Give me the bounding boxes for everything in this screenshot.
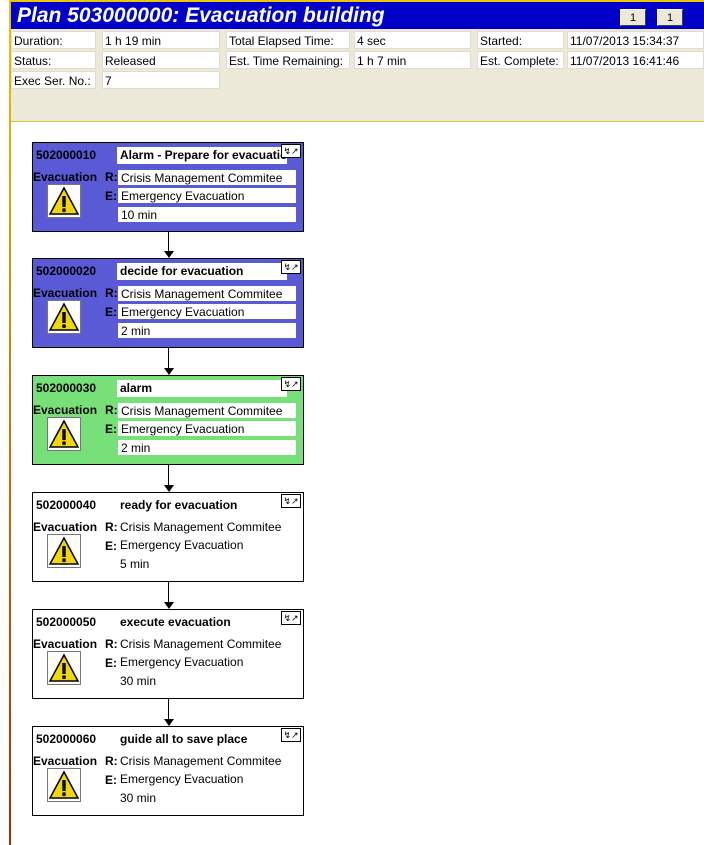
task-name: decide for evacuation [117,263,287,280]
task-category: Evacuation [33,286,98,300]
executor-label: E: [105,773,117,787]
executor-field: Emergency Evacuation [120,538,244,552]
flow-connector [168,232,169,251]
task-name: Alarm - Prepare for evacuation [117,147,287,164]
est-complete-value: 11/07/2013 16:41:46 [567,51,704,69]
exec-ser-no-label: Exec Ser. No.: [11,71,96,89]
task-id: 502000030 [36,381,97,395]
responsible-field: Crisis Management Commitee [120,520,282,534]
task-id: 502000050 [36,615,97,629]
responsible-label: R: [105,286,118,300]
page-current-box[interactable]: 1 [620,9,646,26]
warning-icon [47,417,81,451]
executor-field: Emergency Evacuation [120,655,244,669]
flow-arrow-icon [164,251,174,258]
started-label: Started: [477,31,564,49]
status-label: Status: [11,51,96,69]
responsible-field: Crisis Management Commitee [117,402,297,419]
task-card[interactable]: 502000020 decide for evacuation ↯↗ Evacu… [32,258,304,348]
warning-icon [47,768,81,802]
task-card[interactable]: 502000030 alarm ↯↗ Evacuation R: E: Cris… [32,375,304,465]
duration-label: Duration: [11,31,96,49]
duration-field: 30 min [120,791,157,805]
task-category: Evacuation [33,637,98,651]
plan-info-panel: Duration: 1 h 19 min Status: Released Ex… [11,29,704,121]
task-expand-icon[interactable]: ↯↗ [281,144,301,158]
task-id: 502000040 [36,498,97,512]
task-category: Evacuation [33,403,98,417]
page-total-box[interactable]: 1 [657,9,683,26]
task-card[interactable]: 502000040 ready for evacuation ↯↗ Evacua… [32,492,304,582]
duration-field: 30 min [120,674,157,688]
responsible-label: R: [105,170,118,184]
task-category: Evacuation [33,754,98,768]
flow-connector [168,699,169,719]
task-id: 502000010 [36,148,97,162]
task-card[interactable]: 502000050 execute evacuation ↯↗ Evacuati… [32,609,304,699]
warning-icon [47,300,81,334]
duration-field: 10 min [117,206,297,223]
responsible-field: Crisis Management Commitee [120,637,282,651]
plan-title-bar: Plan 503000000: Evacuation building 1 1 [11,2,704,29]
task-category: Evacuation [33,170,98,184]
duration-field: 5 min [120,557,150,571]
responsible-label: R: [105,520,118,534]
warning-icon [47,534,81,568]
task-expand-icon[interactable]: ↯↗ [281,611,301,625]
executor-label: E: [105,656,117,670]
info-panel-divider [11,121,704,122]
executor-label: E: [105,305,117,319]
task-card[interactable]: 502000010 Alarm - Prepare for evacuation… [32,142,304,232]
task-name: execute evacuation [120,615,231,629]
task-id: 502000060 [36,732,97,746]
started-value: 11/07/2013 15:34:37 [567,31,704,49]
task-category: Evacuation [33,520,98,534]
task-card[interactable]: 502000060 guide all to save place ↯↗ Eva… [32,726,304,816]
task-name: guide all to save place [120,732,248,746]
task-id: 502000020 [36,264,97,278]
executor-field: Emergency Evacuation [117,187,297,204]
duration-field: 2 min [117,439,297,456]
est-complete-label: Est. Complete: [477,51,564,69]
responsible-label: R: [105,637,118,651]
flow-arrow-icon [164,368,174,375]
executor-field: Emergency Evacuation [120,772,244,786]
task-name: ready for evacuation [120,498,238,512]
flow-arrow-icon [164,602,174,609]
window-frame-left [9,0,11,845]
warning-icon [47,184,81,218]
executor-label: E: [105,539,117,553]
responsible-label: R: [105,403,118,417]
executor-label: E: [105,189,117,203]
duration-field: 2 min [117,322,297,339]
warning-icon [47,651,81,685]
flow-connector [168,582,169,602]
flow-arrow-icon [164,719,174,726]
responsible-field: Crisis Management Commitee [120,754,282,768]
exec-ser-no-value: 7 [102,71,220,89]
duration-value: 1 h 19 min [102,31,220,49]
task-expand-icon[interactable]: ↯↗ [281,260,301,274]
status-value: Released [102,51,220,69]
task-name: alarm [117,380,287,397]
task-expand-icon[interactable]: ↯↗ [281,494,301,508]
executor-field: Emergency Evacuation [117,303,297,320]
flow-arrow-icon [164,485,174,492]
responsible-field: Crisis Management Commitee [117,169,297,186]
task-expand-icon[interactable]: ↯↗ [281,377,301,391]
executor-field: Emergency Evacuation [117,420,297,437]
remaining-time-value: 1 h 7 min [354,51,471,69]
responsible-field: Crisis Management Commitee [117,285,297,302]
elapsed-time-value: 4 sec [354,31,471,49]
task-expand-icon[interactable]: ↯↗ [281,728,301,742]
flow-connector [168,465,169,485]
flow-connector [168,348,169,368]
elapsed-time-label: Total Elapsed Time: [226,31,350,49]
plan-title: Plan 503000000: Evacuation building [17,4,385,27]
remaining-time-label: Est. Time Remaining: [226,51,350,69]
executor-label: E: [105,422,117,436]
responsible-label: R: [105,754,118,768]
